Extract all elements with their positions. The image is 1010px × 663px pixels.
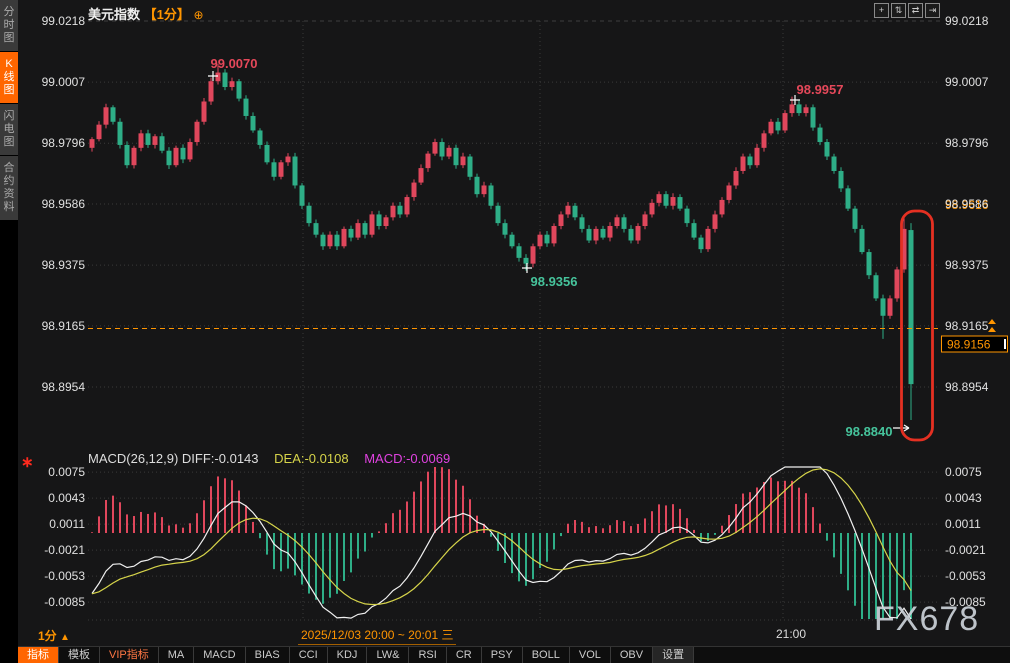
macd-axis-label: 0.0011 xyxy=(945,517,981,531)
price-axis-label: 98.9375 xyxy=(945,258,989,272)
double-up-arrow-icon xyxy=(988,319,996,332)
price-axis-label: 98.8954 xyxy=(42,380,86,394)
bottom-tab-2[interactable]: VIP指标 xyxy=(100,647,159,663)
macd-formula-diff: MACD(26,12,9) DIFF:-0.0143 xyxy=(88,451,259,466)
chart-title: 美元指数 【1分】 ⊕ xyxy=(88,4,204,23)
price-axis-label: 99.0218 xyxy=(945,14,989,28)
price-axis-label: 98.9586 xyxy=(42,197,86,211)
second-high-label: 98.9957 xyxy=(797,82,844,97)
price-axis-label: 98.9796 xyxy=(42,136,86,150)
bottom-tab-7[interactable]: KDJ xyxy=(328,647,368,663)
bottom-tab-13[interactable]: VOL xyxy=(570,647,611,663)
macd-axis-label: -0.0085 xyxy=(44,595,85,609)
fit-vertical-icon[interactable]: ⇅ xyxy=(891,3,906,18)
bottom-tab-4[interactable]: MACD xyxy=(194,647,245,663)
bottom-tab-10[interactable]: CR xyxy=(447,647,482,663)
chart-toolbar: + ⇅ ⇄ ⇥ xyxy=(874,3,940,18)
period-tag: 【1分】 xyxy=(144,7,190,22)
time-axis-row: 1分 ▲ 2025/12/03 20:00 ~ 20:01 三 21:00 xyxy=(18,622,1010,646)
bottom-tab-11[interactable]: PSY xyxy=(482,647,523,663)
bottom-tab-0[interactable]: 指标 xyxy=(18,647,59,663)
price-axis-label: 98.9165 xyxy=(945,319,989,333)
triangle-up-icon: ▲ xyxy=(60,632,70,643)
bottom-tab-6[interactable]: CCI xyxy=(290,647,328,663)
circle-plus-icon[interactable]: ⊕ xyxy=(194,8,204,22)
bottom-tab-5[interactable]: BIAS xyxy=(246,647,290,663)
macd-axis-label: 0.0075 xyxy=(48,465,85,479)
sidebar-item-contract-info[interactable]: 合约资料 xyxy=(0,156,18,220)
app-window: 98.915698.961699.007098.995798.935698.88… xyxy=(0,0,1010,663)
bottom-tab-12[interactable]: BOLL xyxy=(523,647,570,663)
indicator-tabbar: 指标模板VIP指标MAMACDBIASCCIKDJLW&RSICRPSYBOLL… xyxy=(18,646,1010,663)
bottom-tab-1[interactable]: 模板 xyxy=(59,647,100,663)
macd-panel xyxy=(92,467,911,619)
period-label: 1分 xyxy=(38,629,57,643)
macd-axis-label: -0.0053 xyxy=(945,569,986,583)
crosshair-timestamp: 2025/12/03 20:00 ~ 20:01 三 xyxy=(298,626,456,645)
high-price-label: 99.0070 xyxy=(211,56,258,71)
time-axis-label: 21:00 xyxy=(776,627,806,641)
price-axis-label: 98.9796 xyxy=(945,136,989,150)
macd-axis-label: -0.0053 xyxy=(44,569,85,583)
scroll-end-icon[interactable]: ⇥ xyxy=(925,3,940,18)
bottom-tab-3[interactable]: MA xyxy=(159,647,195,663)
price-axis-label: 99.0007 xyxy=(945,75,989,89)
mid-low-label: 98.9356 xyxy=(531,274,578,289)
price-axis-label: 99.0218 xyxy=(42,14,86,28)
macd-bar-value: MACD:-0.0069 xyxy=(364,451,450,466)
bottom-tab-14[interactable]: OBV xyxy=(611,647,653,663)
alert-star-icon[interactable]: ∗ xyxy=(21,453,34,471)
cross-marker xyxy=(522,263,532,273)
sidebar-item-flash-chart[interactable]: 闪电图 xyxy=(0,104,18,155)
macd-axis-label: -0.0021 xyxy=(945,543,986,557)
macd-axis-label: -0.0021 xyxy=(44,543,85,557)
sidebar-item-time-chart[interactable]: 分时图 xyxy=(0,0,18,51)
macd-axis-label: 0.0043 xyxy=(48,491,85,505)
price-axis-label: 98.9375 xyxy=(42,258,86,272)
pan-icon[interactable]: + xyxy=(874,3,889,18)
macd-axis-label: 0.0043 xyxy=(945,491,982,505)
left-sidebar: 分时图 K线图 闪电图 合约资料 xyxy=(0,0,18,663)
candlestick-series xyxy=(90,64,914,420)
main-chart[interactable]: 98.915698.961699.007098.995798.935698.88… xyxy=(0,0,1010,663)
chart-annotations: 98.915698.961699.007098.995798.935698.88… xyxy=(88,56,1008,440)
fit-horizontal-icon[interactable]: ⇄ xyxy=(908,3,923,18)
period-selector[interactable]: 1分 ▲ xyxy=(38,627,70,644)
macd-legend: MACD(26,12,9) DIFF:-0.0143 DEA:-0.0108 M… xyxy=(88,451,450,466)
macd-dea-value: DEA:-0.0108 xyxy=(274,451,348,466)
axis-labels: 99.0218 99.0218 99.0007 99.0007 98.9796 98.97… xyxy=(42,14,989,609)
symbol-name: 美元指数 xyxy=(88,7,140,22)
macd-axis-label: 0.0075 xyxy=(945,465,982,479)
price-axis-label: 98.9165 xyxy=(42,319,86,333)
sidebar-item-kline-chart[interactable]: K线图 xyxy=(0,52,18,103)
current-price-value: 98.9156 xyxy=(947,338,991,352)
price-axis-label: 98.8954 xyxy=(945,380,989,394)
bottom-tab-15[interactable]: 设置 xyxy=(653,647,694,663)
bottom-tab-8[interactable]: LW& xyxy=(367,647,409,663)
price-axis-label: 99.0007 xyxy=(42,75,86,89)
bottom-tab-9[interactable]: RSI xyxy=(409,647,446,663)
macd-axis-label: 0.0011 xyxy=(49,517,85,531)
last-low-label: 98.8840 xyxy=(846,424,893,439)
price-axis-label: 98.9586 xyxy=(945,197,989,211)
